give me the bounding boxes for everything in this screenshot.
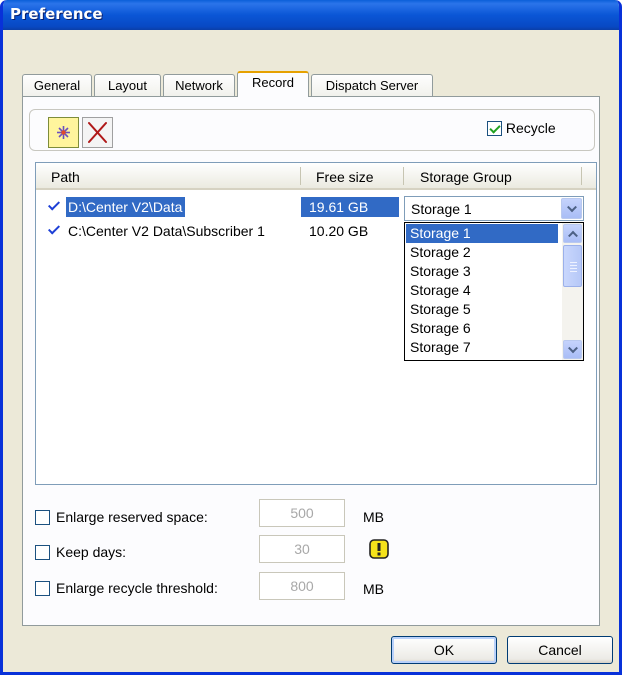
delete-storage-button[interactable] bbox=[82, 117, 113, 148]
chevron-down-icon bbox=[566, 201, 577, 212]
grip-line bbox=[570, 268, 577, 269]
dropdown-option[interactable]: Storage 7 bbox=[406, 338, 558, 357]
enlarge-recycle-label: Enlarge recycle threshold: bbox=[56, 580, 218, 596]
chevron-down-icon bbox=[567, 342, 578, 353]
dropdown-option[interactable]: Storage 1 bbox=[406, 224, 558, 243]
enlarge-reserved-option: Enlarge reserved space: bbox=[35, 509, 208, 525]
keep-days-input[interactable]: 30 bbox=[259, 535, 345, 563]
table-row[interactable]: C:\Center V2 Data\Subscriber 1 10.20 GB bbox=[36, 221, 408, 241]
recycle-unit: MB bbox=[363, 581, 384, 597]
title-bar[interactable]: Preference bbox=[3, 0, 619, 30]
dropdown-option[interactable]: Storage 2 bbox=[406, 243, 558, 262]
tab-label: Network bbox=[175, 78, 223, 93]
reserved-unit: MB bbox=[363, 509, 384, 525]
scroll-down-button[interactable] bbox=[563, 340, 582, 359]
enlarge-reserved-label: Enlarge reserved space: bbox=[56, 509, 208, 525]
tab-network[interactable]: Network bbox=[163, 74, 235, 96]
delete-icon bbox=[88, 122, 107, 143]
add-storage-button[interactable] bbox=[48, 117, 79, 148]
tab-label: Dispatch Server bbox=[325, 78, 419, 93]
tab-label: General bbox=[33, 78, 81, 93]
storage-group-value: Storage 1 bbox=[411, 201, 472, 217]
tab-label: Layout bbox=[107, 78, 148, 93]
recycle-check-box[interactable] bbox=[487, 121, 502, 136]
cancel-button[interactable]: Cancel bbox=[507, 636, 613, 664]
grip-line bbox=[570, 262, 577, 263]
new-storage-icon bbox=[57, 126, 70, 139]
column-header-path[interactable]: Path bbox=[51, 169, 80, 185]
tab-general[interactable]: General bbox=[22, 74, 92, 96]
keep-days-checkbox[interactable] bbox=[35, 545, 50, 560]
tab-layout[interactable]: Layout bbox=[94, 74, 161, 96]
column-divider[interactable] bbox=[403, 167, 404, 185]
recycle-checkbox[interactable]: Recycle bbox=[487, 120, 556, 136]
enlarge-recycle-option: Enlarge recycle threshold: bbox=[35, 580, 218, 596]
list-header: Path Free size Storage Group bbox=[36, 163, 596, 190]
tab-dispatch-server[interactable]: Dispatch Server bbox=[311, 74, 433, 96]
dropdown-option[interactable]: Storage 5 bbox=[406, 300, 558, 319]
table-row[interactable]: D:\Center V2\Data 19.61 GB bbox=[36, 197, 408, 217]
dropdown-scrollbar[interactable] bbox=[562, 223, 583, 360]
grip-line bbox=[570, 265, 577, 266]
tab-label: Record bbox=[252, 75, 294, 90]
row-path: C:\Center V2 Data\Subscriber 1 bbox=[68, 223, 265, 239]
combo-dropdown-button[interactable] bbox=[561, 198, 582, 219]
dropdown-option[interactable]: Storage 4 bbox=[406, 281, 558, 300]
recycle-threshold-input[interactable]: 800 bbox=[259, 572, 345, 600]
enlarge-reserved-checkbox[interactable] bbox=[35, 510, 50, 525]
column-header-free-size[interactable]: Free size bbox=[316, 169, 374, 185]
scroll-thumb[interactable] bbox=[563, 245, 582, 287]
column-divider[interactable] bbox=[581, 167, 582, 185]
keep-days-option: Keep days: bbox=[35, 544, 126, 560]
storage-group-dropdown[interactable]: Storage 1 Storage 2 Storage 3 Storage 4 … bbox=[404, 222, 584, 361]
enlarge-recycle-checkbox[interactable] bbox=[35, 581, 50, 596]
row-free-size: 19.61 GB bbox=[301, 197, 399, 217]
row-path: D:\Center V2\Data bbox=[66, 197, 186, 217]
column-divider[interactable] bbox=[300, 167, 301, 185]
column-header-storage-group[interactable]: Storage Group bbox=[420, 169, 512, 185]
row-checkbox[interactable] bbox=[47, 223, 61, 237]
row-free-size: 10.20 GB bbox=[309, 223, 369, 239]
scroll-up-button[interactable] bbox=[563, 224, 582, 243]
ok-button[interactable]: OK bbox=[391, 636, 497, 664]
storage-group-select[interactable]: Storage 1 bbox=[404, 196, 584, 221]
warning-icon bbox=[369, 539, 389, 559]
chevron-up-icon bbox=[567, 230, 578, 241]
dropdown-option[interactable]: Storage 6 bbox=[406, 319, 558, 338]
recycle-label: Recycle bbox=[505, 120, 556, 136]
keep-days-label: Keep days: bbox=[56, 544, 127, 560]
tab-record[interactable]: Record bbox=[237, 71, 309, 97]
row-checkbox[interactable] bbox=[47, 199, 61, 213]
dropdown-option[interactable]: Storage 3 bbox=[406, 262, 558, 281]
window-title: Preference bbox=[10, 5, 103, 23]
grip-line bbox=[570, 271, 577, 272]
reserved-space-input[interactable]: 500 bbox=[259, 499, 345, 527]
